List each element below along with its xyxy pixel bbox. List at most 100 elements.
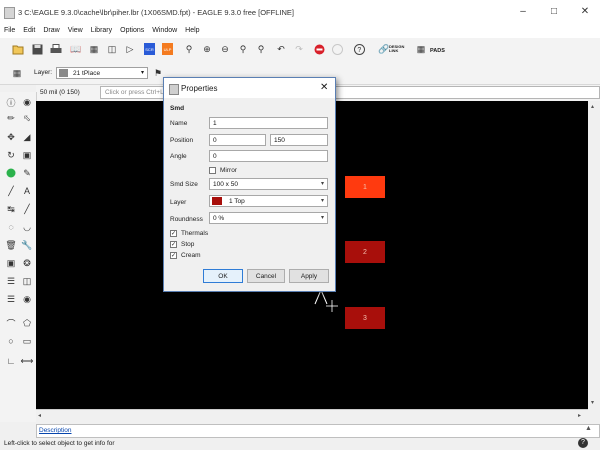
rectangle-icon[interactable]: ▭ bbox=[20, 334, 34, 348]
layer-select[interactable]: 21 tPlace ▾ bbox=[56, 67, 148, 79]
rotate-icon[interactable]: ↻ bbox=[4, 148, 18, 162]
mirror-checkbox[interactable] bbox=[209, 167, 216, 174]
sheet-icon[interactable]: ▦ bbox=[87, 42, 101, 56]
chevron-down-icon: ▾ bbox=[140, 70, 144, 76]
help-icon[interactable]: ? bbox=[352, 42, 366, 56]
menu-view[interactable]: View bbox=[64, 26, 87, 34]
description-link[interactable]: Description bbox=[39, 427, 72, 434]
menu-edit[interactable]: Edit bbox=[19, 26, 39, 34]
group-icon[interactable]: ▣ bbox=[20, 148, 34, 162]
via-icon[interactable]: ❂ bbox=[20, 256, 34, 270]
stop-checkbox[interactable]: ✓ bbox=[170, 241, 177, 248]
ok-button[interactable]: OK bbox=[203, 269, 243, 283]
save-icon[interactable] bbox=[30, 42, 44, 56]
open-icon[interactable] bbox=[11, 42, 25, 56]
layer-select[interactable]: 1 Top ▾ bbox=[209, 195, 328, 207]
pads-icon[interactable]: ▦ bbox=[414, 42, 428, 56]
zoom-fit-icon[interactable]: ⚲ bbox=[182, 42, 196, 56]
board-icon[interactable]: ◫ bbox=[105, 42, 119, 56]
zoom-in-icon[interactable]: ⊕ bbox=[200, 42, 214, 56]
mirror-icon[interactable]: ◢ bbox=[20, 130, 34, 144]
menu-window[interactable]: Window bbox=[148, 26, 181, 34]
go-icon[interactable] bbox=[330, 42, 344, 56]
vertical-scrollbar[interactable]: ▴ ▾ bbox=[588, 101, 600, 409]
position-x-field[interactable]: 0 bbox=[209, 134, 266, 146]
angle-field[interactable]: 0 bbox=[209, 150, 328, 162]
dialog-close-icon[interactable]: ✕ bbox=[320, 82, 328, 93]
menu-library[interactable]: Library bbox=[87, 26, 116, 34]
smd-size-select[interactable]: 100 x 50 ▾ bbox=[209, 178, 328, 190]
smd-pad[interactable]: 1 bbox=[345, 176, 385, 198]
scr-button[interactable]: SCR bbox=[144, 43, 155, 55]
print-icon[interactable] bbox=[49, 42, 63, 56]
measure-icon[interactable]: ⟷ bbox=[20, 354, 34, 368]
wire-icon[interactable]: ╱ bbox=[4, 184, 18, 198]
scroll-left-icon[interactable]: ◂ bbox=[38, 412, 41, 419]
display-icon[interactable]: ✏ bbox=[4, 111, 18, 125]
close-button[interactable]: ✕ bbox=[578, 6, 592, 18]
menu-help[interactable]: Help bbox=[181, 26, 203, 34]
minimize-button[interactable]: – bbox=[516, 6, 530, 18]
copy-icon[interactable] bbox=[4, 166, 18, 180]
mark-icon[interactable]: ⬁ bbox=[20, 111, 34, 125]
cancel-button[interactable]: Cancel bbox=[247, 269, 285, 283]
circle-draw-icon[interactable]: ○ bbox=[4, 334, 18, 348]
text-icon[interactable]: A bbox=[20, 184, 34, 198]
polygon-icon[interactable]: ⬠ bbox=[20, 316, 34, 330]
maximize-button[interactable]: □ bbox=[547, 6, 561, 18]
undo-icon[interactable]: ↶ bbox=[274, 42, 288, 56]
scroll-up-icon[interactable]: ▴ bbox=[591, 103, 594, 110]
book-icon[interactable]: 📖 bbox=[69, 42, 83, 56]
roundness-select[interactable]: 0 % ▾ bbox=[209, 212, 328, 224]
help-icon[interactable]: ? bbox=[578, 438, 588, 448]
wrench-icon[interactable]: 🔧 bbox=[20, 238, 34, 252]
paste-icon[interactable]: ✎ bbox=[20, 166, 34, 180]
line-icon[interactable]: ╱ bbox=[20, 202, 34, 216]
attribute-icon[interactable]: ☰ bbox=[4, 274, 18, 288]
chevron-down-icon: ▾ bbox=[320, 198, 324, 204]
redraw-icon[interactable]: ⚲ bbox=[254, 42, 268, 56]
expand-up-icon[interactable]: ▲ bbox=[585, 425, 592, 432]
scroll-down-icon[interactable]: ▾ bbox=[591, 399, 594, 406]
move-icon[interactable]: ✥ bbox=[4, 130, 18, 144]
circle-tool-icon[interactable]: ◌ bbox=[4, 220, 18, 234]
stop-icon[interactable] bbox=[312, 42, 326, 56]
smd-pad[interactable]: 2 bbox=[345, 241, 385, 263]
name-field[interactable]: 1 bbox=[209, 117, 328, 129]
arc-icon[interactable]: ◡ bbox=[20, 220, 34, 234]
menu-file[interactable]: File bbox=[0, 26, 19, 34]
thermals-checkbox[interactable]: ✓ bbox=[170, 230, 177, 237]
info-icon[interactable]: ⓘ bbox=[4, 95, 18, 109]
zoom-out-icon[interactable]: ⊖ bbox=[218, 42, 232, 56]
pads-button[interactable]: PADS bbox=[430, 48, 445, 54]
delete-icon[interactable]: 🗑 bbox=[4, 238, 18, 252]
dialog-app-icon bbox=[169, 84, 179, 95]
show-icon[interactable]: ◉ bbox=[20, 95, 34, 109]
arc-draw-icon[interactable]: ⌒ bbox=[4, 316, 18, 330]
cream-checkbox[interactable]: ✓ bbox=[170, 252, 177, 259]
name-icon[interactable]: ☰ bbox=[4, 292, 18, 306]
dimension-icon[interactable]: ∟ bbox=[4, 354, 18, 368]
horizontal-scrollbar[interactable]: ◂ ▸ bbox=[36, 409, 588, 424]
thermals-label: Thermals bbox=[181, 230, 209, 237]
redo-icon[interactable]: ↷ bbox=[292, 42, 306, 56]
menu-draw[interactable]: Draw bbox=[39, 26, 63, 34]
layer-label: Layer bbox=[170, 199, 187, 206]
ulp-button[interactable]: ULP bbox=[162, 43, 173, 55]
menu-options[interactable]: Options bbox=[116, 26, 148, 34]
grid-icon[interactable]: ▦ bbox=[10, 66, 24, 80]
symbol-icon[interactable]: ▷ bbox=[123, 42, 137, 56]
pad-icon[interactable]: ▣ bbox=[4, 256, 18, 270]
position-y-field[interactable]: 150 bbox=[270, 134, 328, 146]
split-icon[interactable]: ↹ bbox=[4, 202, 18, 216]
hole-icon[interactable]: ◉ bbox=[20, 292, 34, 306]
roundness-value: 0 % bbox=[213, 215, 225, 222]
zoom-select-icon[interactable]: ⚲ bbox=[236, 42, 250, 56]
scroll-right-icon[interactable]: ▸ bbox=[578, 412, 581, 419]
apply-button[interactable]: Apply bbox=[289, 269, 329, 283]
design-link-button[interactable]: DESIGN LINK bbox=[389, 45, 411, 53]
properties-dialog: Properties ✕ Smd Name 1 Position 0 150 A… bbox=[163, 77, 336, 292]
smd-icon[interactable]: ◫ bbox=[20, 274, 34, 288]
layer-select-value: 21 tPlace bbox=[73, 70, 101, 77]
smd-pad[interactable]: 3 bbox=[345, 307, 385, 329]
